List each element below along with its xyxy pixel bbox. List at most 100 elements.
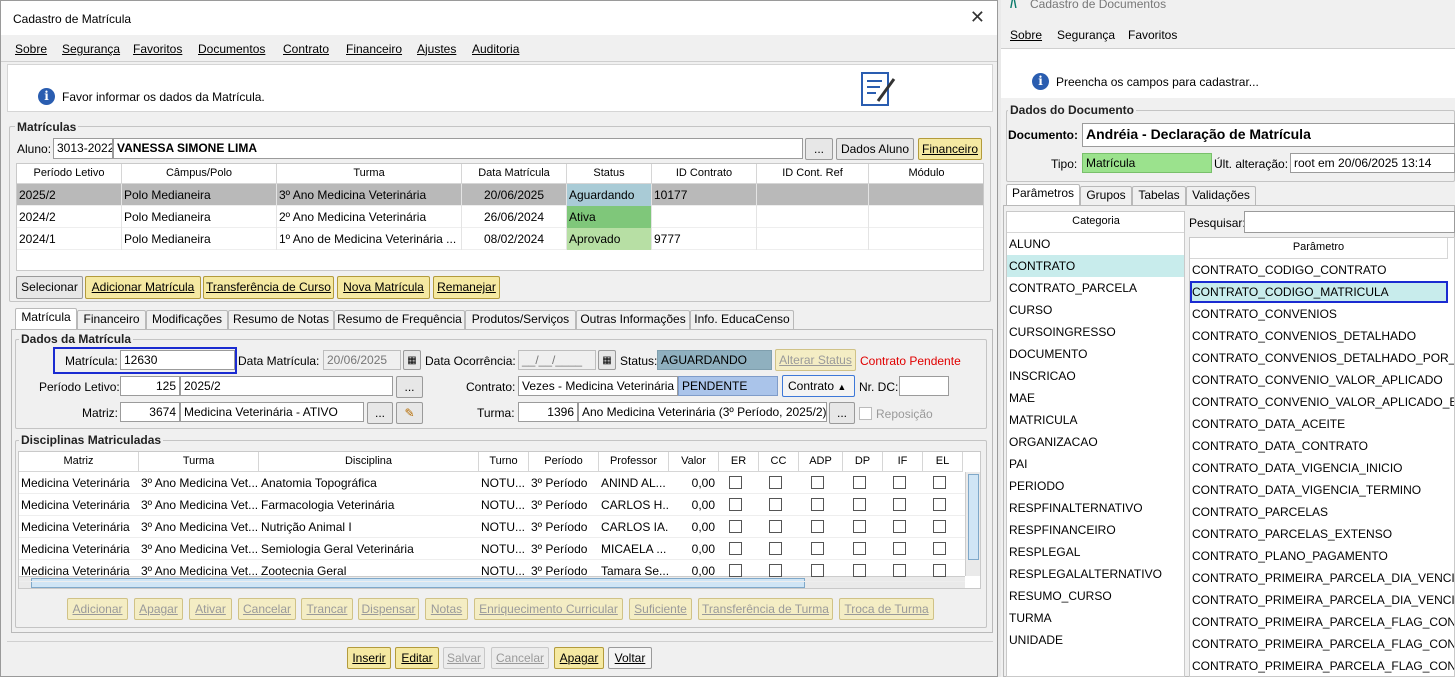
list-item[interactable]: CONTRATO_DATA_ACEITE	[1190, 413, 1448, 435]
voltar-button[interactable]: Voltar	[608, 647, 652, 669]
tab-resumo-notas[interactable]: Resumo de Notas	[228, 310, 334, 329]
tab-outras-informacoes[interactable]: Outras Informações	[576, 310, 690, 329]
tab-matricula[interactable]: Matrícula	[15, 308, 77, 329]
tab-financeiro[interactable]: Financeiro	[77, 310, 146, 329]
menu-seguranca[interactable]: Segurança	[1057, 28, 1115, 42]
tab-validacoes[interactable]: Validações	[1186, 186, 1256, 205]
aluno-search-button[interactable]: ...	[805, 138, 833, 160]
scrollbar-thumb[interactable]	[968, 474, 979, 560]
menu-favoritos[interactable]: Favoritos	[1128, 28, 1177, 42]
table-row[interactable]: Medicina Veterinária 3º Ano Medicina Vet.…	[19, 538, 965, 560]
checkbox[interactable]	[769, 498, 782, 511]
table-row[interactable]: 2025/2 Polo Medianeira 3º Ano Medicina Vet…	[17, 184, 983, 206]
menu-seguranca[interactable]: Segurança	[62, 42, 120, 56]
col-header[interactable]: DP	[843, 452, 883, 472]
adicionar-button[interactable]: Adicionar	[67, 598, 128, 620]
close-icon[interactable]: ✕	[970, 7, 985, 28]
list-item[interactable]: CONTRATO_CONVENIOS_DETALHADO	[1190, 325, 1448, 347]
checkbox[interactable]	[893, 498, 906, 511]
tab-grupos[interactable]: Grupos	[1080, 186, 1132, 205]
col-header[interactable]: IF	[883, 452, 923, 472]
list-item[interactable]: CONTRATO_PARCELA	[1007, 277, 1184, 299]
checkbox[interactable]	[769, 564, 782, 577]
list-item[interactable]: CONTRATO_DATA_VIGENCIA_INICIO	[1190, 457, 1448, 479]
vertical-scrollbar[interactable]	[965, 472, 980, 576]
list-item[interactable]: CONTRATO_PRIMEIRA_PARCELA_FLAG_CONT...	[1190, 611, 1454, 633]
list-item[interactable]: CONTRATO_CONVENIOS_DETALHADO_POR_P...	[1190, 347, 1454, 369]
checkbox[interactable]	[893, 520, 906, 533]
matriz-code-field[interactable]: 3674	[120, 402, 180, 422]
periodo-search-button[interactable]: ...	[396, 376, 423, 398]
col-header[interactable]: Status	[567, 164, 652, 184]
checkbox[interactable]	[853, 520, 866, 533]
list-item[interactable]: RESPFINANCEIRO	[1007, 519, 1184, 541]
menu-financeiro[interactable]: Financeiro	[346, 42, 402, 56]
menu-sobre[interactable]: Sobre	[15, 42, 47, 56]
list-item[interactable]: ORGANIZACAO	[1007, 431, 1184, 453]
data-matricula-field[interactable]: 20/06/2025	[323, 350, 401, 370]
tab-tabelas[interactable]: Tabelas	[1132, 186, 1186, 205]
checkbox[interactable]	[729, 542, 742, 555]
checkbox[interactable]	[933, 520, 946, 533]
col-header[interactable]: Câmpus/Polo	[122, 164, 277, 184]
col-header[interactable]: EL	[923, 452, 963, 472]
list-item[interactable]: DOCUMENTO	[1007, 343, 1184, 365]
list-item[interactable]: RESPFINALTERNATIVO	[1007, 497, 1184, 519]
matriz-field[interactable]: Medicina Veterinária - ATIVO	[180, 402, 364, 422]
turma-code-field[interactable]: 1396	[518, 402, 578, 422]
documento-field[interactable]: Andréia - Declaração de Matrícula	[1082, 123, 1455, 147]
menu-contrato[interactable]: Contrato	[283, 42, 329, 56]
menu-ajustes[interactable]: Ajustes	[417, 42, 456, 56]
tab-info-educacenso[interactable]: Info. EducaCenso	[690, 310, 794, 329]
checkbox[interactable]	[769, 476, 782, 489]
tipo-field[interactable]: Matrícula	[1082, 153, 1212, 173]
checkbox[interactable]	[933, 542, 946, 555]
suficiente-button[interactable]: Suficiente	[629, 598, 692, 620]
checkbox[interactable]	[893, 476, 906, 489]
selecionar-button[interactable]: Selecionar	[16, 276, 83, 299]
periodo-code-field[interactable]: 125	[120, 376, 180, 396]
menu-documentos[interactable]: Documentos	[198, 42, 265, 56]
alterar-status-button[interactable]: Alterar Status	[775, 349, 856, 371]
checkbox[interactable]	[729, 520, 742, 533]
checkbox[interactable]	[893, 564, 906, 577]
col-header[interactable]: Turma	[277, 164, 462, 184]
tab-modificacoes[interactable]: Modificações	[146, 310, 228, 329]
categoria-header[interactable]: Categoria	[1007, 212, 1184, 233]
checkbox[interactable]	[853, 564, 866, 577]
contrato-dropdown-button[interactable]: Contrato ▲	[782, 375, 855, 397]
list-item[interactable]: MATRICULA	[1007, 409, 1184, 431]
col-header[interactable]: CC	[759, 452, 799, 472]
list-item[interactable]: CONTRATO	[1007, 255, 1184, 277]
col-header[interactable]: ID Cont. Ref	[757, 164, 869, 184]
data-ocorrencia-field[interactable]: __/__/____	[518, 350, 596, 370]
col-header[interactable]: ID Contrato	[652, 164, 757, 184]
parametro-header[interactable]: Parâmetro	[1190, 238, 1448, 259]
notas-button[interactable]: Notas	[425, 598, 468, 620]
dados-aluno-button[interactable]: Dados Aluno	[836, 138, 914, 160]
col-header[interactable]: Valor	[669, 452, 719, 472]
reposicao-checkbox[interactable]	[859, 407, 872, 420]
list-item[interactable]: CONTRATO_PRIMEIRA_PARCELA_DIA_VENCIM...	[1190, 567, 1454, 589]
checkbox[interactable]	[811, 520, 824, 533]
cancelar-button[interactable]: Cancelar	[491, 647, 549, 669]
list-item[interactable]: CONTRATO_CONVENIOS	[1190, 303, 1448, 325]
tab-resumo-frequencia[interactable]: Resumo de Frequência	[334, 310, 465, 329]
matriz-search-button[interactable]: ...	[367, 402, 393, 424]
nr-dc-field[interactable]	[899, 376, 949, 396]
editar-button[interactable]: Editar	[395, 647, 439, 669]
checkbox[interactable]	[933, 564, 946, 577]
col-header[interactable]: Matriz	[19, 452, 139, 472]
troca-turma-button[interactable]: Troca de Turma	[839, 598, 934, 620]
tab-produtos-servicos[interactable]: Produtos/Serviços	[465, 310, 576, 329]
checkbox[interactable]	[933, 498, 946, 511]
list-item[interactable]: CONTRATO_PRIMEIRA_PARCELA_DIA_VENCIM...	[1190, 589, 1454, 611]
col-header[interactable]: ER	[719, 452, 759, 472]
list-item[interactable]: PAI	[1007, 453, 1184, 475]
col-header[interactable]: Período Letivo	[17, 164, 122, 184]
list-item[interactable]: CONTRATO_CONVENIO_VALOR_APLICADO_E...	[1190, 391, 1454, 413]
col-header[interactable]: Data Matrícula	[462, 164, 567, 184]
col-header[interactable]: Módulo	[869, 164, 983, 184]
checkbox[interactable]	[811, 564, 824, 577]
checkbox[interactable]	[853, 542, 866, 555]
